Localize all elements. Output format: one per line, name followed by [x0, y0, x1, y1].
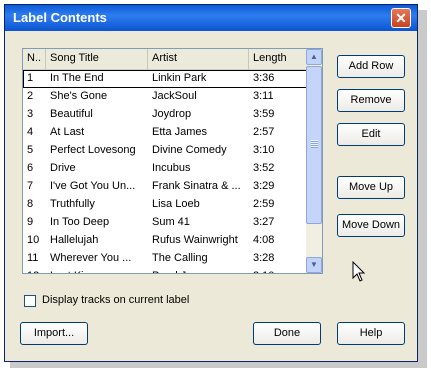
- label-contents-dialog: Label Contents ✕ N.. Song Title Artist L…: [4, 4, 418, 362]
- cell-artist: Joydrop: [152, 108, 192, 120]
- table-row[interactable]: 11 Wherever You ... The Calling 3:28: [23, 250, 307, 268]
- table-row[interactable]: 12Last KissPearl Jam3:10: [23, 268, 307, 273]
- cell-artist: Lisa Loeb: [152, 198, 200, 210]
- cell-artist: Incubus: [152, 162, 191, 174]
- table-row[interactable]: 2 She's Gone JackSoul 3:11: [23, 88, 307, 106]
- close-button[interactable]: ✕: [391, 8, 411, 28]
- cell-length: 2:57: [253, 126, 275, 138]
- table-row[interactable]: 10 Hallelujah Rufus Wainwright 4:08: [23, 232, 307, 250]
- cell-artist: Frank Sinatra & ...: [152, 180, 241, 192]
- scroll-thumb[interactable]: [306, 66, 322, 224]
- cell-song-title: Wherever You ...: [50, 252, 132, 264]
- import-button[interactable]: Import...: [20, 322, 88, 345]
- cell-length: 3:52: [253, 162, 275, 174]
- cell-length: 3:10: [249, 268, 307, 273]
- display-tracks-label[interactable]: Display tracks on current label: [42, 294, 189, 306]
- vertical-scrollbar[interactable]: ▲ ▼: [306, 49, 322, 273]
- cell-song-title: Last Kiss: [46, 268, 148, 273]
- scroll-up-button[interactable]: ▲: [306, 49, 322, 65]
- edit-button[interactable]: Edit: [337, 123, 405, 146]
- cell-length: 3:29: [253, 180, 275, 192]
- done-button[interactable]: Done: [253, 322, 321, 345]
- table-row[interactable]: 1 In The End Linkin Park 3:36: [23, 70, 307, 88]
- column-header: N.. Song Title Artist Length: [23, 49, 307, 70]
- display-tracks-checkbox[interactable]: [24, 295, 36, 307]
- window-title: Label Contents: [13, 10, 107, 25]
- cell-artist: Linkin Park: [152, 72, 207, 84]
- scroll-down-arrow-icon: ▼: [310, 260, 318, 269]
- column-song-title[interactable]: Song Title: [46, 49, 148, 69]
- column-length[interactable]: Length: [249, 49, 307, 69]
- mouse-pointer-icon: [352, 261, 366, 282]
- cell-length: 3:28: [253, 252, 275, 264]
- cell-length: 3:27: [253, 216, 275, 228]
- cell-length: 3:11: [253, 90, 274, 102]
- help-button[interactable]: Help: [337, 322, 405, 345]
- cell-artist: The Calling: [152, 252, 208, 264]
- column-artist[interactable]: Artist: [148, 49, 249, 69]
- cell-number: 10: [27, 234, 40, 246]
- cell-song-title: In The End: [50, 72, 104, 84]
- remove-button[interactable]: Remove: [337, 89, 405, 112]
- cell-number: 3: [27, 108, 34, 120]
- cell-artist: Sum 41: [152, 216, 190, 228]
- cell-artist: JackSoul: [152, 90, 197, 102]
- table-row[interactable]: 8 Truthfully Lisa Loeb 2:59: [23, 196, 307, 214]
- cell-length: 3:36: [253, 72, 275, 84]
- column-number[interactable]: N..: [23, 49, 46, 69]
- cell-number: 1: [27, 72, 34, 84]
- cell-song-title: Truthfully: [50, 198, 95, 210]
- cell-artist: Pearl Jam: [148, 268, 249, 273]
- scroll-up-arrow-icon: ▲: [310, 52, 318, 61]
- cell-number: 7: [27, 180, 34, 192]
- table-row[interactable]: 5 Perfect Lovesong Divine Comedy 3:10: [23, 142, 307, 160]
- move-down-button[interactable]: Move Down: [337, 214, 405, 237]
- cell-number: 8: [27, 198, 34, 210]
- cell-artist: Rufus Wainwright: [152, 234, 238, 246]
- scroll-grip: [311, 140, 318, 148]
- cell-song-title: I've Got You Un...: [50, 180, 136, 192]
- table-row[interactable]: 9 In Too Deep Sum 41 3:27: [23, 214, 307, 232]
- cell-length: 3:59: [253, 108, 275, 120]
- cell-artist: Etta James: [152, 126, 208, 138]
- cell-artist: Divine Comedy: [152, 144, 227, 156]
- cell-number: 5: [27, 144, 34, 156]
- track-list[interactable]: N.. Song Title Artist Length 1 In The End…: [22, 48, 323, 274]
- table-row[interactable]: 3 Beautiful Joydrop 3:59: [23, 106, 307, 124]
- table-rows: 1 In The End Linkin Park 3:36 2 She's Gone Jac…: [23, 70, 307, 273]
- cell-number: 12: [23, 268, 46, 273]
- cell-number: 9: [27, 216, 34, 228]
- add-row-button[interactable]: Add Row: [337, 55, 405, 78]
- cell-number: 6: [27, 162, 34, 174]
- cell-number: 2: [27, 90, 34, 102]
- cell-length: 3:10: [253, 144, 275, 156]
- cell-number: 11: [27, 252, 39, 264]
- close-icon: ✕: [395, 10, 407, 26]
- move-up-button[interactable]: Move Up: [337, 176, 405, 199]
- cell-song-title: Drive: [50, 162, 76, 174]
- cell-song-title: At Last: [50, 126, 85, 138]
- table-row[interactable]: 7 I've Got You Un... Frank Sinatra & ... 3:…: [23, 178, 307, 196]
- cell-song-title: Hallelujah: [50, 234, 99, 246]
- title-bar[interactable]: Label Contents ✕: [5, 5, 417, 31]
- cell-length: 2:59: [253, 198, 275, 210]
- cell-song-title: In Too Deep: [50, 216, 110, 228]
- cell-song-title: Perfect Lovesong: [50, 144, 136, 156]
- cell-length: 4:08: [253, 234, 275, 246]
- cell-number: 4: [27, 126, 34, 138]
- table-row[interactable]: 6 Drive Incubus 3:52: [23, 160, 307, 178]
- table-row[interactable]: 4 At Last Etta James 2:57: [23, 124, 307, 142]
- scroll-down-button[interactable]: ▼: [306, 257, 322, 273]
- cell-song-title: Beautiful: [50, 108, 93, 120]
- cell-song-title: She's Gone: [50, 90, 108, 102]
